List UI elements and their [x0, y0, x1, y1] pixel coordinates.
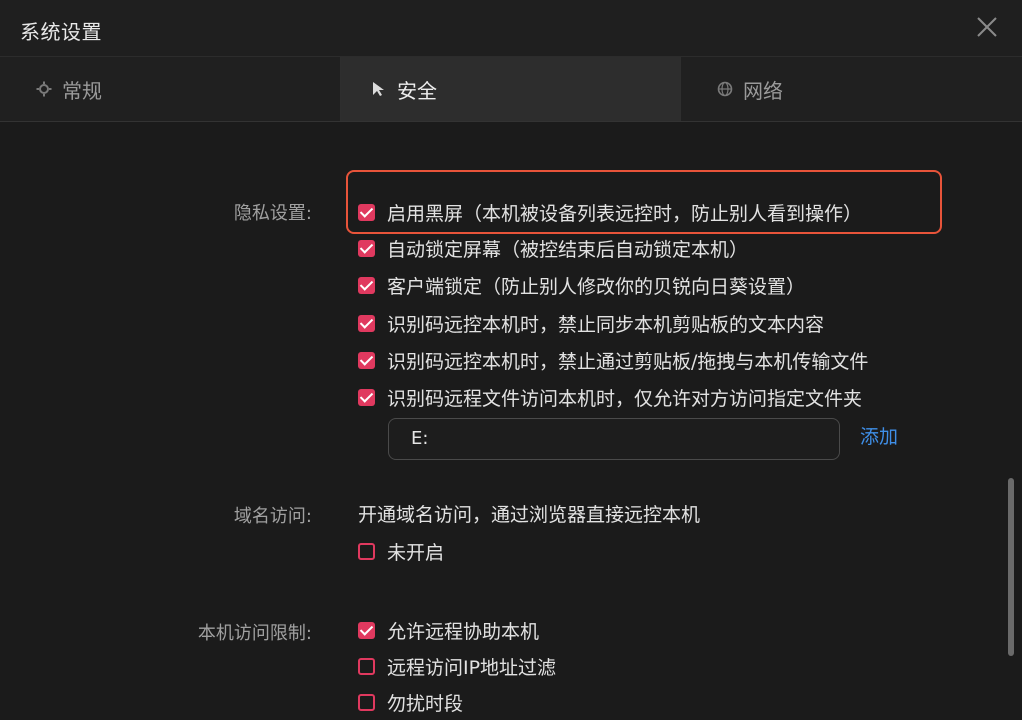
access-option-ip-filter[interactable]: 远程访问IP地址过滤 — [358, 653, 556, 680]
access-option-remote-assist[interactable]: 允许远程协助本机 — [358, 617, 539, 644]
tab-security[interactable]: 安全 — [340, 57, 680, 121]
cursor-icon — [373, 82, 384, 96]
tab-bar: 常规 安全 网络 — [0, 56, 1022, 122]
option-label: 启用黑屏（本机被设备列表远控时，防止别人看到操作） — [387, 203, 863, 225]
checkbox[interactable] — [358, 389, 375, 406]
scrollbar[interactable] — [1008, 478, 1014, 656]
privacy-option-blackscreen[interactable]: 启用黑屏（本机被设备列表远控时，防止别人看到操作） — [358, 199, 862, 226]
option-label: 未开启 — [387, 542, 445, 564]
privacy-option-folder-restrict[interactable]: 识别码远程文件访问本机时，仅允许对方访问指定文件夹 — [358, 384, 862, 411]
checkbox[interactable] — [358, 315, 375, 332]
checkbox[interactable] — [358, 277, 375, 294]
option-label: 自动锁定屏幕（被控结束后自动锁定本机） — [387, 239, 749, 261]
tab-general[interactable]: 常规 — [0, 57, 340, 121]
option-label: 识别码远控本机时，禁止同步本机剪贴板的文本内容 — [387, 314, 825, 336]
tab-general-label: 常规 — [62, 78, 102, 103]
globe-icon — [717, 81, 733, 97]
checkbox[interactable] — [358, 622, 375, 639]
access-section-label: 本机访问限制: — [197, 623, 312, 644]
title-bar: 系统设置 — [0, 0, 1022, 56]
domain-section-label: 域名访问: — [233, 506, 312, 527]
checkbox[interactable] — [358, 204, 375, 221]
checkbox[interactable] — [358, 352, 375, 369]
tab-network-label: 网络 — [743, 78, 783, 103]
access-option-dnd[interactable]: 勿扰时段 — [358, 689, 463, 716]
domain-option-status[interactable]: 未开启 — [358, 538, 444, 565]
option-label: 客户端锁定（防止别人修改你的贝锐向日葵设置） — [387, 276, 806, 298]
option-label: 允许远程协助本机 — [387, 621, 540, 643]
option-label: 勿扰时段 — [387, 693, 464, 715]
window-title: 系统设置 — [20, 20, 102, 44]
privacy-section-label: 隐私设置: — [233, 203, 312, 224]
folder-path-input[interactable]: E: — [388, 418, 840, 460]
option-label: 识别码远程文件访问本机时，仅允许对方访问指定文件夹 — [387, 388, 863, 410]
option-label: 远程访问IP地址过滤 — [387, 657, 557, 679]
add-folder-link[interactable]: 添加 — [860, 422, 898, 449]
option-label: 识别码远控本机时，禁止通过剪贴板/拖拽与本机传输文件 — [387, 351, 869, 373]
privacy-option-clipboard-file[interactable]: 识别码远控本机时，禁止通过剪贴板/拖拽与本机传输文件 — [358, 347, 868, 374]
domain-description: 开通域名访问，通过浏览器直接远控本机 — [358, 504, 701, 526]
gear-icon — [36, 81, 52, 97]
tab-security-label: 安全 — [397, 78, 437, 103]
close-icon[interactable] — [974, 14, 1000, 40]
privacy-option-autolock[interactable]: 自动锁定屏幕（被控结束后自动锁定本机） — [358, 235, 748, 262]
checkbox[interactable] — [358, 543, 375, 560]
privacy-option-clientlock[interactable]: 客户端锁定（防止别人修改你的贝锐向日葵设置） — [358, 272, 805, 299]
checkbox[interactable] — [358, 694, 375, 711]
checkbox[interactable] — [358, 658, 375, 675]
tab-network[interactable]: 网络 — [680, 57, 1022, 121]
privacy-option-clipboard-text[interactable]: 识别码远控本机时，禁止同步本机剪贴板的文本内容 — [358, 310, 824, 337]
checkbox[interactable] — [358, 240, 375, 257]
